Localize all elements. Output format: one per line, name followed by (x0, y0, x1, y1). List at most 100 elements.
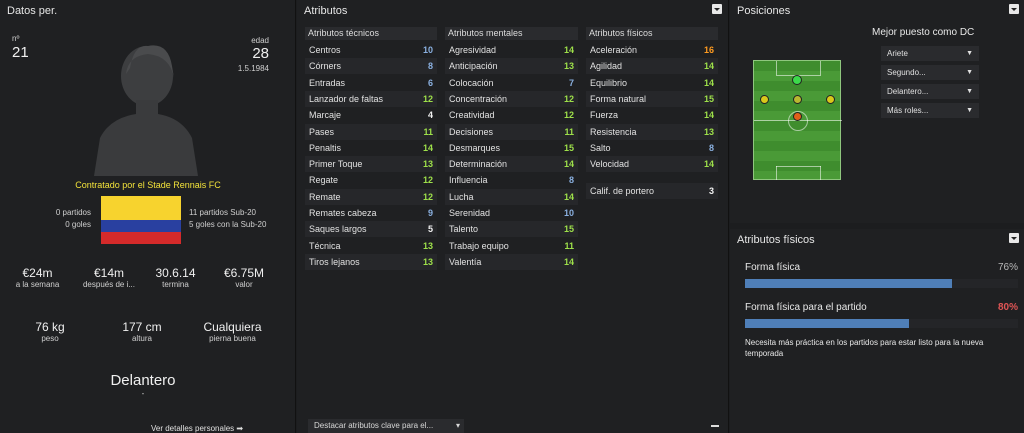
attribute-row[interactable]: Resistencia 13 (586, 123, 718, 140)
chevron-down-icon: ▼ (966, 107, 973, 114)
attribute-row[interactable]: Lanzador de faltas 12 (305, 90, 437, 107)
attribute-name: Aceleración (590, 45, 638, 55)
attribute-row[interactable]: Lucha 14 (445, 188, 578, 205)
attribute-row[interactable]: Concentración 12 (445, 90, 578, 107)
role-select-more[interactable]: Más roles... ▼ (881, 103, 979, 118)
highlight-key-attributes-select[interactable]: Destacar atributos clave para el... ▾ (308, 419, 464, 433)
attribute-name: Lanzador de faltas (309, 93, 384, 104)
attribute-value: 13 (422, 256, 433, 267)
attribute-value: 14 (563, 256, 574, 267)
attribute-row[interactable]: Regate 12 (305, 172, 437, 188)
attribute-value: 15 (703, 93, 714, 104)
attribute-name: Concentración (449, 93, 508, 104)
attribute-row[interactable]: Desmarques 15 (445, 140, 578, 156)
attribute-name: Creatividad (449, 110, 495, 121)
panel-title: Atributos (304, 5, 348, 17)
attribute-row[interactable]: Penaltis 14 (305, 140, 437, 156)
attribute-row[interactable]: Agresividad 14 (445, 42, 578, 58)
attribute-value: 14 (563, 191, 574, 202)
attribute-row[interactable]: Salto 8 (586, 140, 718, 156)
attribute-row[interactable]: Serenidad 10 (445, 205, 578, 221)
fitness-note: Necesita más práctica en los partidos pa… (745, 338, 984, 358)
attribute-value: 4 (427, 110, 433, 121)
attribute-row[interactable]: Córners 8 (305, 58, 437, 75)
attribute-name: Equilibrio (590, 77, 628, 88)
attribute-row[interactable]: Fuerza 14 (586, 107, 718, 123)
attribute-row[interactable]: Primer Toque 13 (305, 156, 437, 173)
attribute-row[interactable]: Equilibrio 14 (586, 75, 718, 91)
attribute-name: Anticipación (449, 61, 498, 72)
attribute-name: Resistencia (590, 126, 637, 137)
attribute-row[interactable]: Marcaje 4 (305, 107, 437, 123)
goalkeeper-rating-row[interactable]: Calif. de portero 3 (586, 183, 718, 199)
match-fitness-percent: 80% (997, 302, 1018, 313)
attribute-value: 14 (703, 110, 714, 121)
attribute-row[interactable]: Remate 12 (305, 188, 437, 205)
attribute-value: 14 (563, 159, 574, 170)
attribute-name: Saques largos (309, 224, 367, 235)
attribute-name: Técnica (309, 240, 341, 251)
squad-number: 21 (12, 44, 29, 61)
panel-title: Datos per. (7, 5, 58, 17)
attributes-menu-button[interactable] (712, 4, 722, 14)
attribute-value: 11 (564, 126, 574, 137)
positions-menu-button[interactable] (1009, 4, 1019, 14)
attribute-row[interactable]: Decisiones 11 (445, 123, 578, 140)
attribute-row[interactable]: Saques largos 5 (305, 221, 437, 238)
attribute-row[interactable]: Creatividad 12 (445, 107, 578, 123)
wage-after-tax-label: después de i... (82, 280, 136, 289)
fitness-menu-button[interactable] (1009, 233, 1019, 243)
attribute-row[interactable]: Remates cabeza 9 (305, 205, 437, 221)
panel-title: Atributos físicos (737, 234, 815, 246)
attribute-row[interactable]: Forma natural 15 (586, 90, 718, 107)
attribute-name: Pases (309, 126, 335, 137)
attribute-row[interactable]: Técnica 13 (305, 238, 437, 254)
attribute-name: Entradas (309, 77, 346, 88)
collapse-icon[interactable] (711, 425, 719, 427)
attribute-row[interactable]: Anticipación 13 (445, 58, 578, 75)
market-value: €6.75M (223, 266, 265, 280)
attribute-value: 10 (563, 208, 574, 218)
attribute-row[interactable]: Trabajo equipo 11 (445, 238, 578, 254)
attribute-row[interactable]: Aceleración 16 (586, 42, 718, 58)
attribute-value: 7 (568, 77, 574, 88)
attribute-name: Serenidad (449, 208, 491, 218)
attribute-value: 14 (422, 142, 433, 153)
attribute-name: Remates cabeza (309, 208, 377, 218)
attribute-row[interactable]: Influencia 8 (445, 172, 578, 188)
attribute-name: Córners (309, 61, 342, 72)
wage-value: €24m (22, 266, 53, 280)
view-personal-details-link[interactable]: Ver detalles personales ➡ (151, 424, 243, 433)
role-select-segundo[interactable]: Segundo... ▼ (881, 65, 979, 80)
contract-end-label: termina (162, 280, 189, 289)
player-position: Delantero (110, 372, 176, 389)
positions-panel: Posiciones Mejor puesto como DC Ariete ▼ … (730, 0, 1024, 223)
wage-after-tax-value: €14m (93, 266, 125, 280)
attribute-row[interactable]: Tiros lejanos 13 (305, 253, 437, 270)
attribute-name: Determinación (449, 159, 508, 170)
attribute-row[interactable]: Talento 15 (445, 221, 578, 238)
attribute-name: Penaltis (309, 142, 342, 153)
attribute-row[interactable]: Colocación 7 (445, 75, 578, 91)
attribute-name: Tiros lejanos (309, 256, 360, 267)
personal-details-panel: Datos per. nº 21 edad 28 1.5.1984 Contra… (0, 0, 296, 433)
role-label: Segundo... (887, 68, 926, 77)
role-select-delantero[interactable]: Delantero... ▼ (881, 84, 979, 99)
height-label: altura (131, 334, 152, 343)
attribute-row[interactable]: Pases 11 (305, 123, 437, 140)
attribute-name: Influencia (449, 175, 488, 186)
attribute-name: Regate (309, 175, 339, 186)
attribute-row[interactable]: Agilidad 14 (586, 58, 718, 75)
attribute-row[interactable]: Valentía 14 (445, 253, 578, 270)
chevron-down-icon: ▼ (966, 50, 973, 57)
attribute-value: 16 (703, 45, 714, 55)
attribute-row[interactable]: Determinación 14 (445, 156, 578, 173)
chevron-down-icon: ▾ (455, 421, 460, 430)
attribute-value: 14 (703, 77, 714, 88)
attribute-row[interactable]: Velocidad 14 (586, 156, 718, 173)
preferred-foot-value: Cualquiera (203, 320, 262, 334)
role-select-ariete[interactable]: Ariete ▼ (881, 46, 979, 61)
attribute-row[interactable]: Centros 10 (305, 42, 437, 58)
fitness-label: Forma física (745, 262, 801, 273)
attribute-row[interactable]: Entradas 6 (305, 75, 437, 91)
